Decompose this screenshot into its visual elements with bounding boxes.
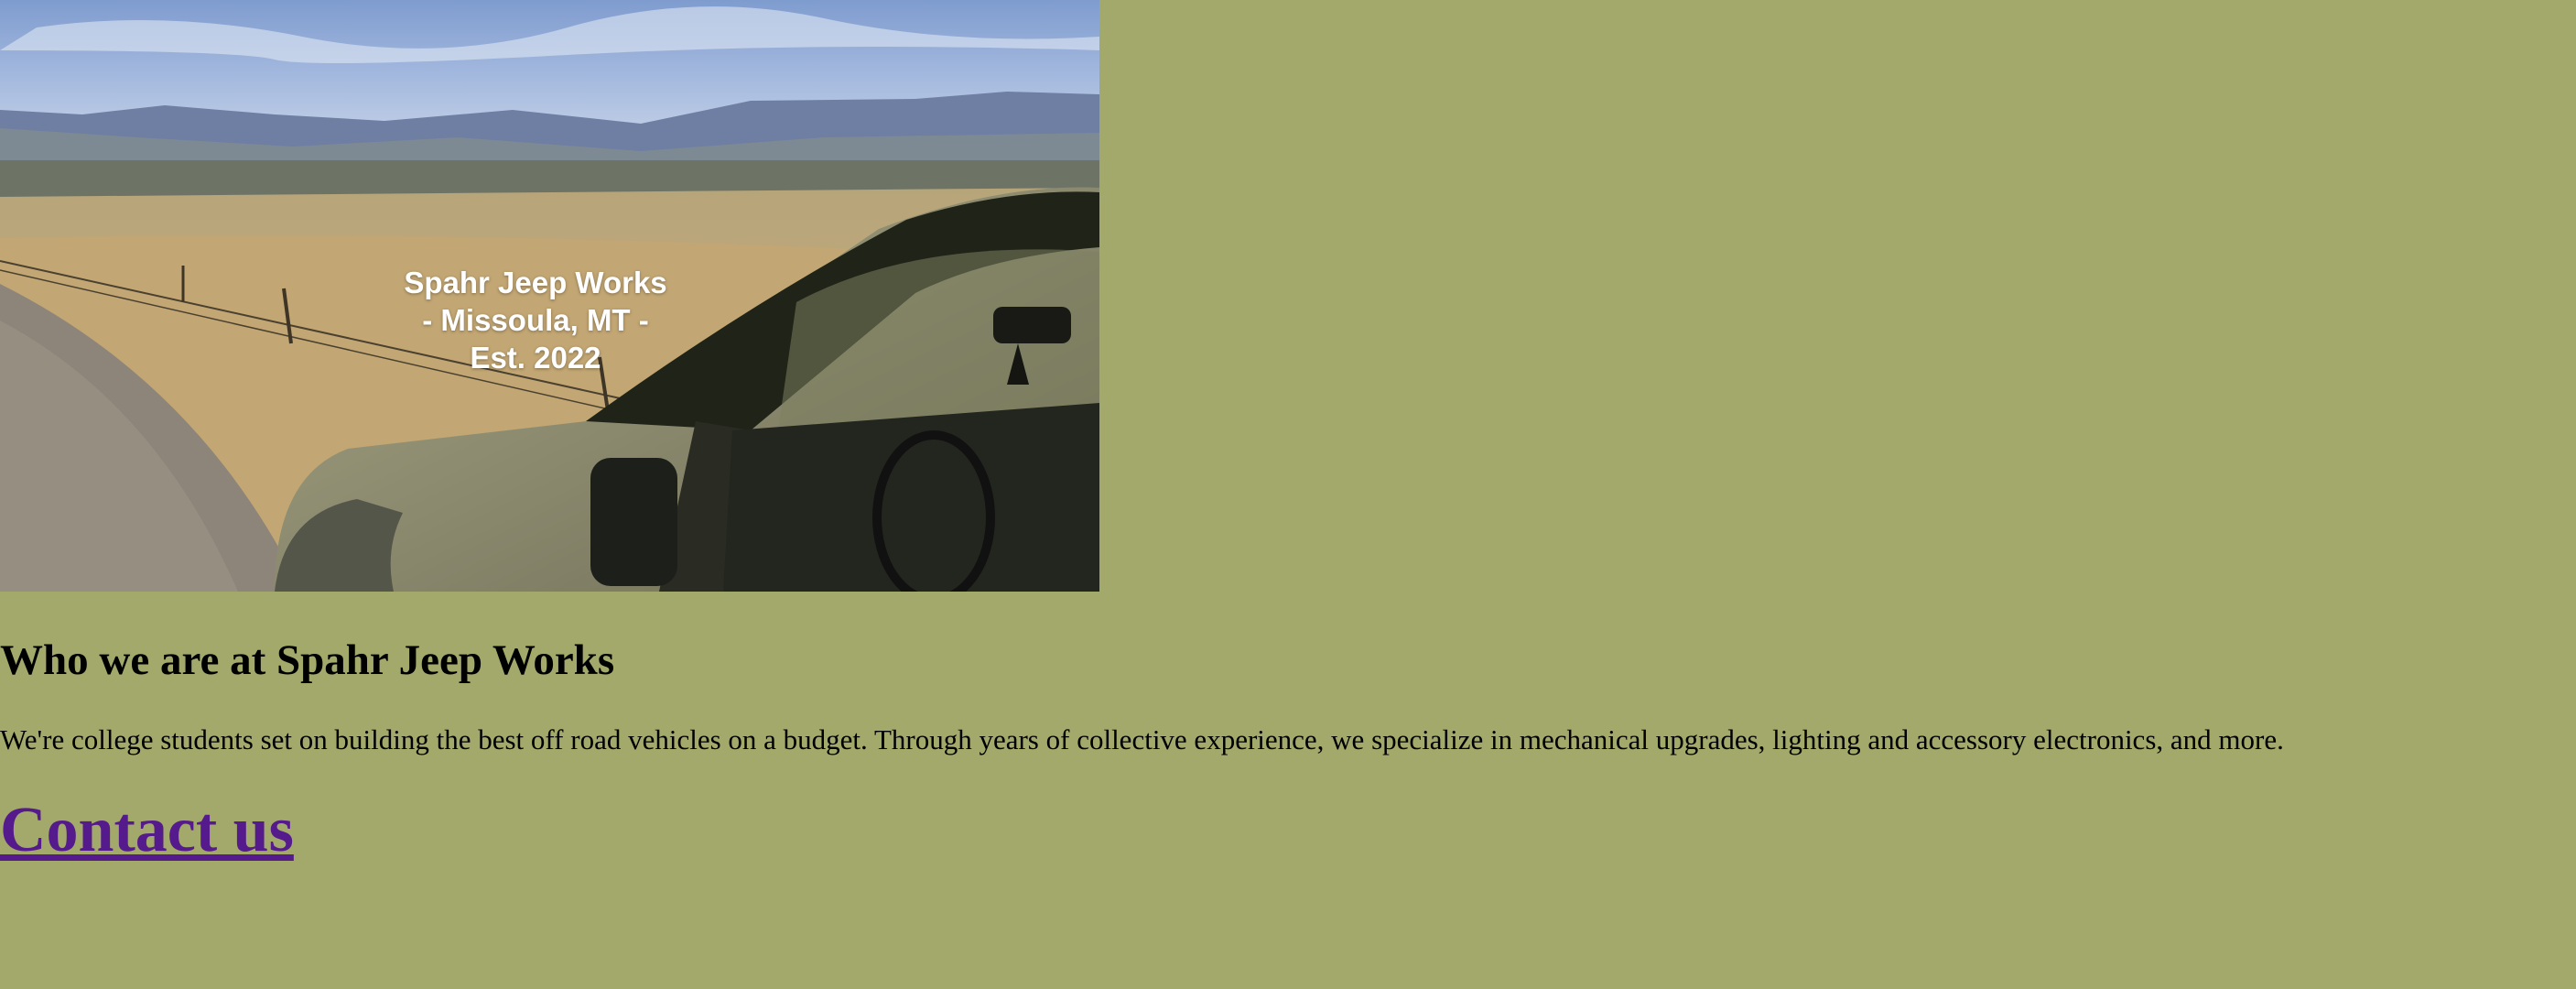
hero-caption-line: Est. 2022 (470, 341, 601, 375)
page-heading: Who we are at Spahr Jeep Works (0, 636, 615, 684)
contact-us-link[interactable]: Contact us (0, 789, 294, 872)
hero-caption-line: - Missoula, MT - (422, 303, 649, 337)
hero-caption-line: Spahr Jeep Works (404, 266, 667, 299)
hero-image: Spahr Jeep Works - Missoula, MT - Est. 2… (0, 0, 1099, 592)
hero-caption: Spahr Jeep Works - Missoula, MT - Est. 2… (302, 264, 769, 376)
intro-paragraph: We're college students set on building t… (0, 723, 2284, 755)
